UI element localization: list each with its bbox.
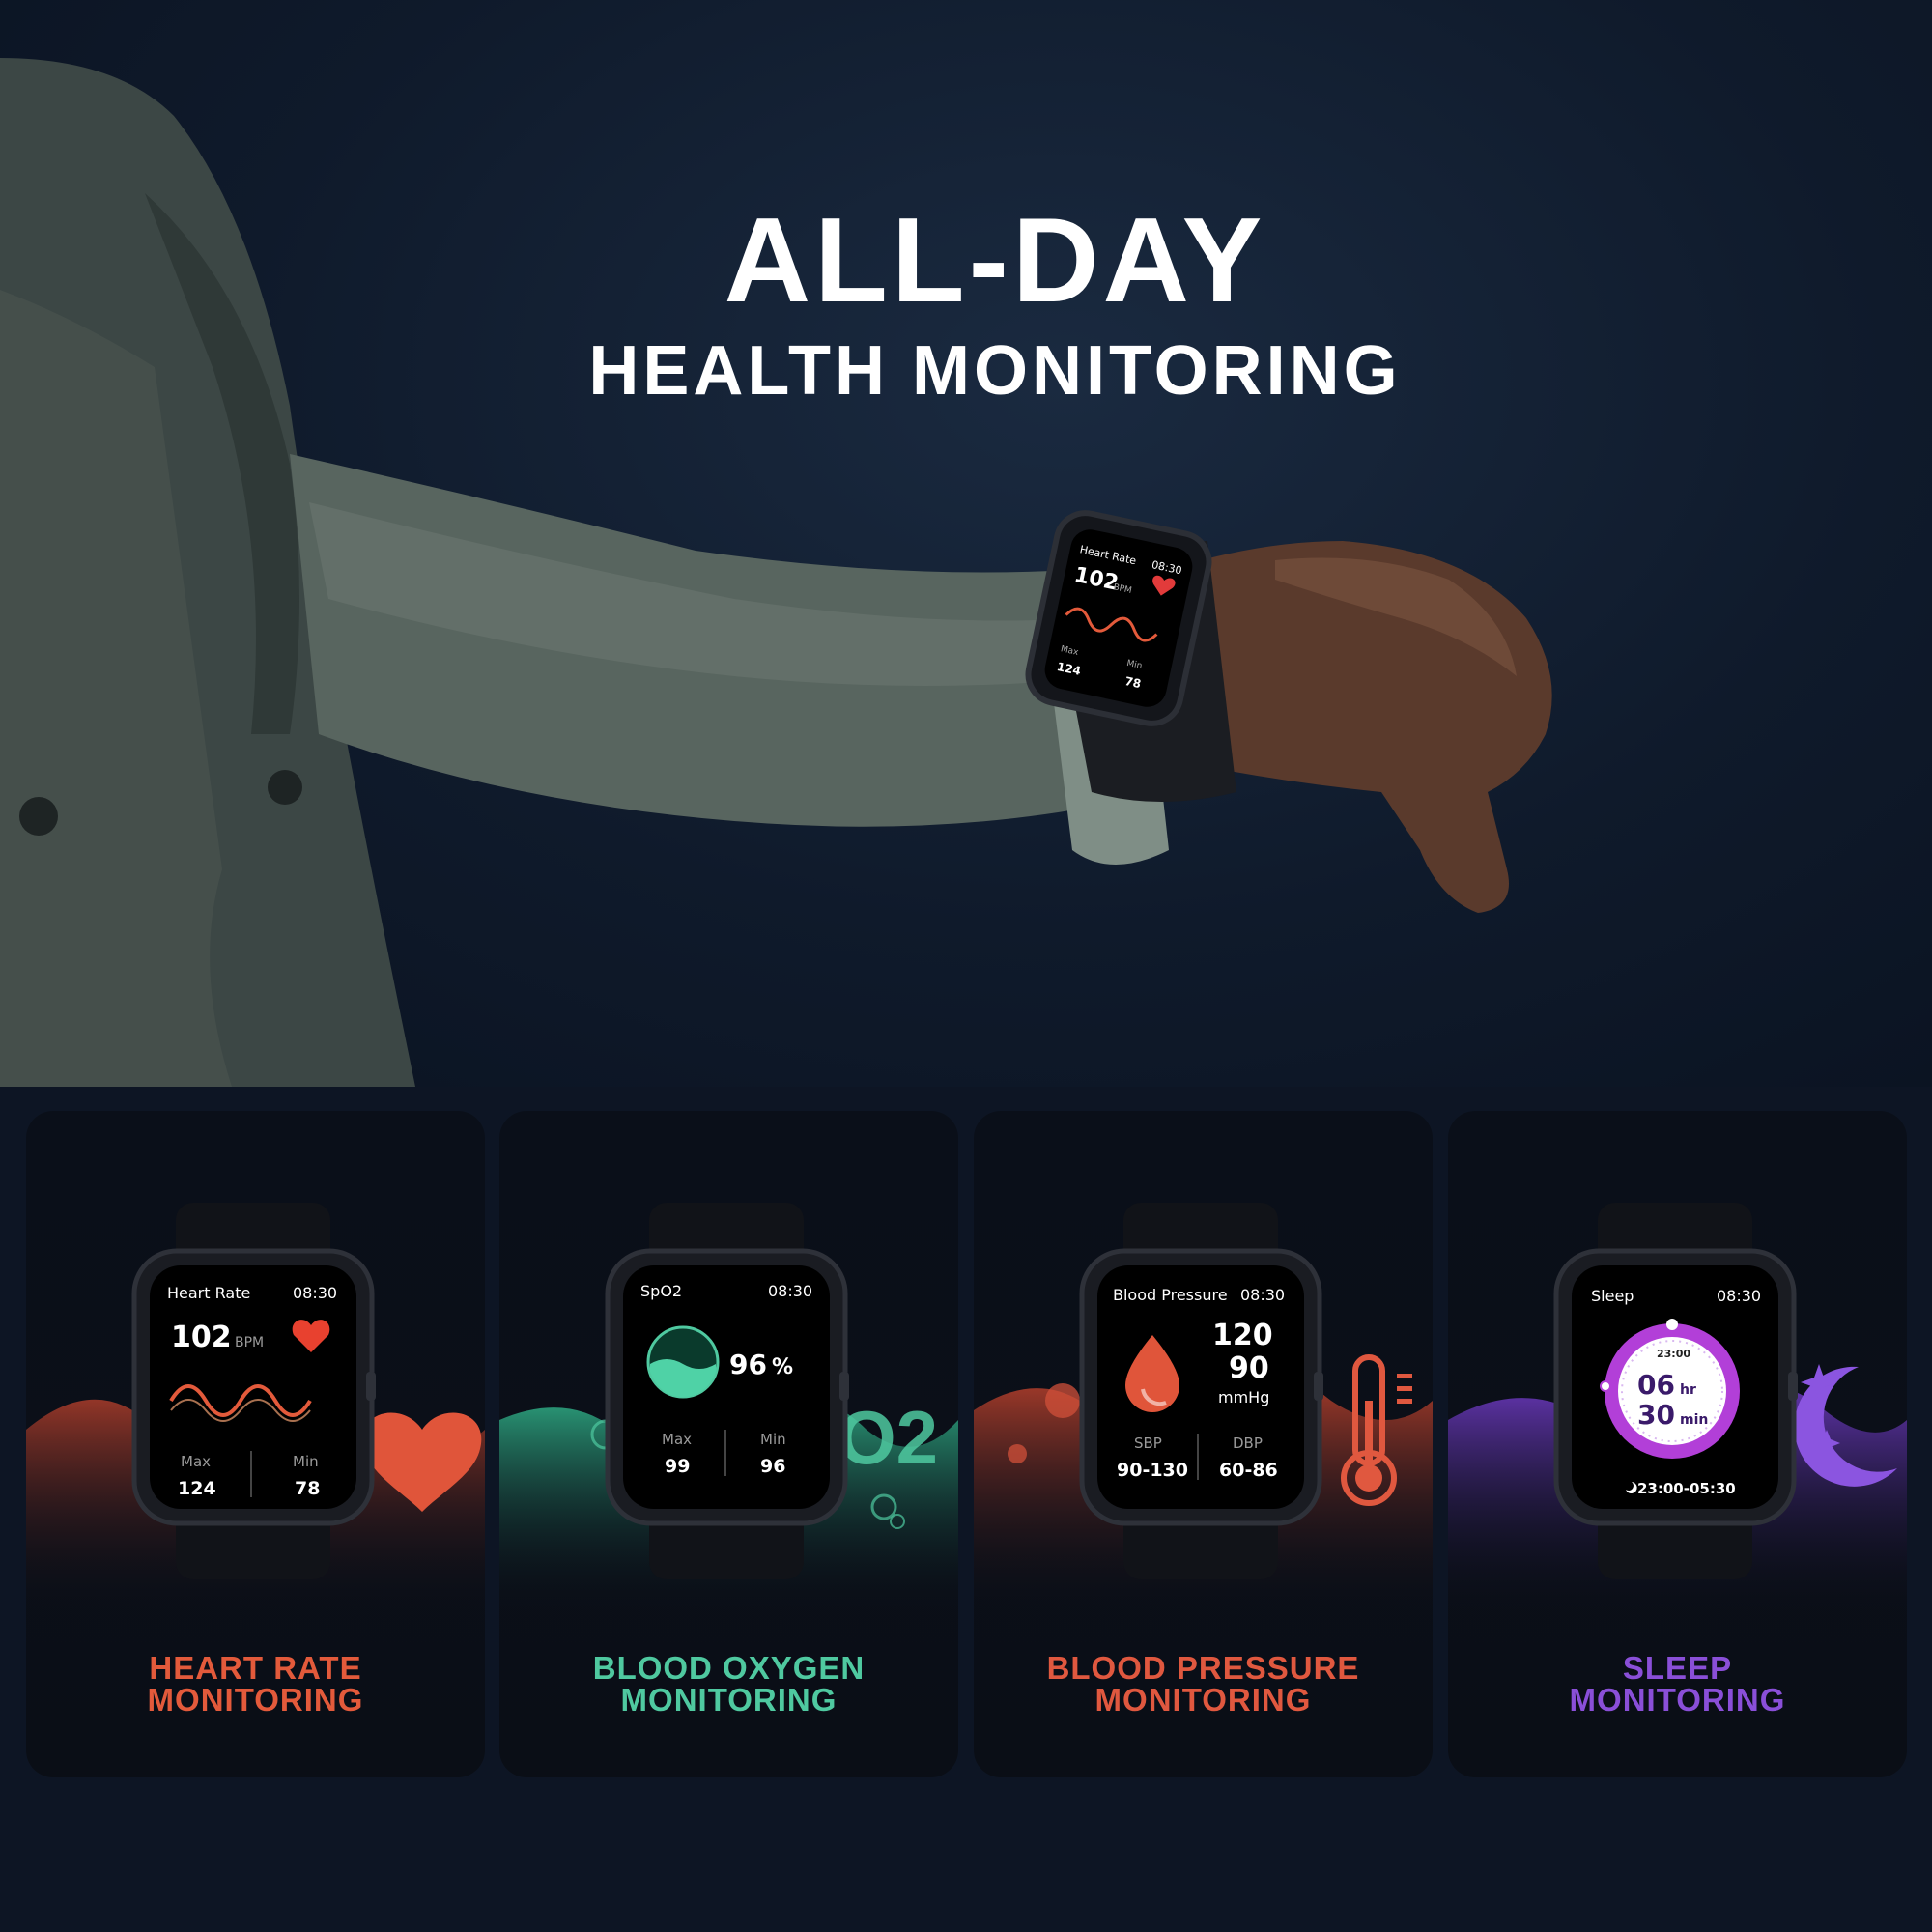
spo2-value: 96 <box>729 1349 767 1380</box>
sleep-range: 23:00-05:30 <box>1637 1480 1736 1497</box>
card-title-line2: MONITORING <box>147 1682 364 1718</box>
min-label: Min <box>760 1431 786 1448</box>
heart-rate-value: 102 <box>171 1321 232 1354</box>
min-value: 96 <box>760 1456 785 1477</box>
min-label: Min <box>293 1453 319 1470</box>
card-title: HEART RATE MONITORING <box>26 1652 485 1716</box>
spo2-unit: % <box>772 1355 793 1379</box>
card-title-line2: MONITORING <box>620 1682 838 1718</box>
screen-time: 08:30 <box>1717 1287 1761 1305</box>
max-value: 99 <box>665 1456 690 1477</box>
o2-icon: O2 <box>838 1395 938 1480</box>
card-title-line1: HEART RATE <box>149 1650 362 1686</box>
feature-cards: Heart Rate 08:30 102 BPM Max Min 124 78 … <box>0 1087 1932 1932</box>
hero-arm-illustration: Heart Rate 08:30 102 BPM Max Min 124 78 <box>0 58 1552 1087</box>
card-title-line2: MONITORING <box>1569 1682 1786 1718</box>
card-title-line1: BLOOD PRESSURE <box>1046 1650 1360 1686</box>
screen-time: 08:30 <box>293 1284 337 1302</box>
hero-banner: Heart Rate 08:30 102 BPM Max Min 124 78 … <box>0 0 1932 1087</box>
headline: ALL-DAY HEALTH MONITORING <box>0 198 1932 414</box>
heart-rate-unit: BPM <box>235 1335 264 1350</box>
sbp-range: 90-130 <box>1117 1460 1188 1481</box>
pressure-unit: mmHg <box>1218 1388 1269 1406</box>
dbp-range: 60-86 <box>1219 1460 1278 1481</box>
max-value: 124 <box>178 1478 216 1499</box>
sbp-label: SBP <box>1134 1435 1162 1452</box>
sleep-minutes: 30 <box>1637 1399 1675 1431</box>
card-title-line2: MONITORING <box>1094 1682 1312 1718</box>
screen-label: Heart Rate <box>167 1284 250 1302</box>
headline-line2: HEALTH MONITORING <box>588 332 1402 410</box>
sleep-hours: 06 <box>1637 1369 1675 1401</box>
dial-time: 23:00 <box>1657 1348 1690 1360</box>
screen-time: 08:30 <box>768 1282 812 1300</box>
card-title-line1: SLEEP <box>1622 1650 1733 1686</box>
jacket-button <box>268 770 302 805</box>
card-title-line1: BLOOD OXYGEN <box>592 1650 866 1686</box>
max-label: Max <box>181 1453 211 1470</box>
max-label: Max <box>662 1431 692 1448</box>
min-value: 78 <box>295 1478 320 1499</box>
headline-line1: ALL-DAY <box>724 194 1266 327</box>
jacket-button <box>19 797 58 836</box>
dbp-label: DBP <box>1233 1435 1263 1452</box>
diastolic-value: 90 <box>1229 1351 1269 1385</box>
screen-label: SpO2 <box>640 1282 682 1300</box>
card-heart-rate: Heart Rate 08:30 102 BPM Max Min 124 78 … <box>26 1111 485 1777</box>
card-title: SLEEP MONITORING <box>1448 1652 1907 1716</box>
systolic-value: 120 <box>1212 1319 1273 1352</box>
screen-label: Sleep <box>1591 1287 1634 1305</box>
sleep-minutes-unit: min <box>1680 1412 1708 1428</box>
sleep-hours-unit: hr <box>1680 1382 1696 1398</box>
card-blood-oxygen: O2 SpO2 08:30 96 % Max Min 99 96 BLOOD O… <box>499 1111 958 1777</box>
card-title: BLOOD PRESSURE MONITORING <box>974 1652 1433 1716</box>
card-blood-pressure: Blood Pressure 08:30 120 90 mmHg SBP DBP… <box>974 1111 1433 1777</box>
screen-label: Blood Pressure <box>1113 1286 1228 1304</box>
card-sleep: Sleep 08:30 23:00 06 hr 30 min 23:00-05:… <box>1448 1111 1907 1777</box>
screen-time: 08:30 <box>1240 1286 1285 1304</box>
card-title: BLOOD OXYGEN MONITORING <box>499 1652 958 1716</box>
